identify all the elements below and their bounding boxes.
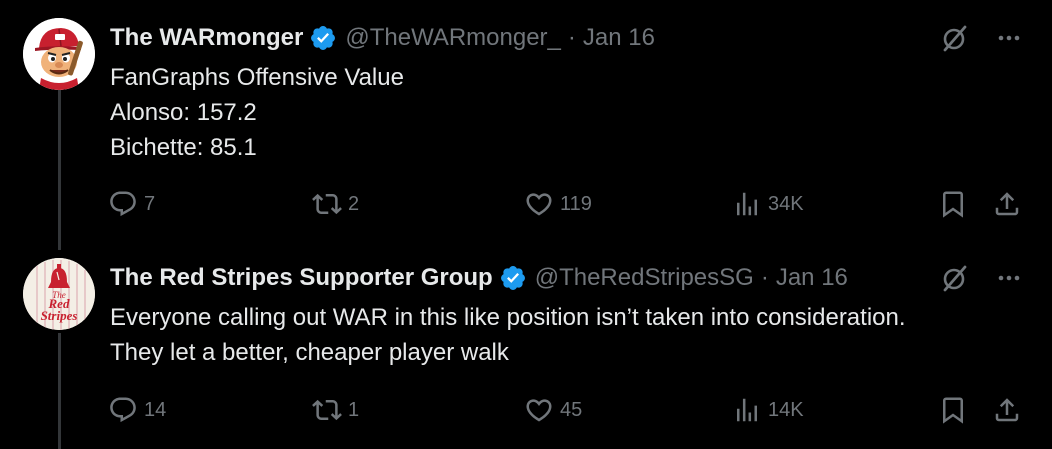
thread-connector-line [58, 90, 61, 250]
red-stripes-liberty-bell-logo-avatar-icon: The Red Stripes [23, 258, 95, 330]
tweet-text: FanGraphs Offensive Value Alonso: 157.2 … [110, 60, 404, 165]
tweet-top-actions [938, 262, 1024, 294]
tweet-top-actions [938, 22, 1024, 54]
repost-icon [312, 193, 342, 215]
more-options-icon[interactable] [994, 23, 1024, 53]
like-count: 45 [560, 398, 583, 421]
avatar[interactable] [23, 18, 95, 90]
tweet-text-line: Everyone calling out WAR in this like po… [110, 304, 906, 331]
cartoon-baseball-mascot-avatar-icon [23, 18, 95, 90]
like-button[interactable]: 119 [524, 184, 592, 224]
share-button[interactable] [992, 390, 1022, 430]
reply-icon [110, 191, 136, 217]
post-date[interactable]: Jan 16 [583, 24, 655, 52]
svg-text:Stripes: Stripes [41, 308, 78, 323]
post-date[interactable]: Jan 16 [776, 264, 848, 292]
heart-icon [526, 193, 552, 216]
tweet-text-line: They let a better, cheaper player walk [110, 339, 509, 366]
repost-button[interactable]: 2 [312, 184, 359, 224]
reply-count: 7 [144, 192, 156, 215]
analytics-bars-icon [737, 192, 757, 216]
grok-icon[interactable] [938, 22, 970, 54]
tweet-text-line: Alonso: 157.2 [110, 99, 257, 126]
reply-button[interactable]: 7 [108, 184, 155, 224]
separator-dot: · [567, 24, 576, 51]
reply-icon [110, 397, 136, 423]
verified-badge-icon[interactable] [499, 264, 527, 292]
verified-badge-icon[interactable] [309, 24, 337, 52]
bookmark-button[interactable] [938, 184, 968, 224]
tweet[interactable]: The Red Stripes The Red Stripes Supporte… [0, 240, 1052, 449]
like-button[interactable]: 45 [524, 390, 582, 430]
tweet[interactable]: The WARmonger @TheWARmonger_ · Jan 16 Fa… [0, 0, 1052, 250]
view-count: 34K [768, 192, 804, 215]
grok-icon[interactable] [938, 262, 970, 294]
tweet-text: Everyone calling out WAR in this like po… [110, 300, 906, 370]
user-handle[interactable]: @TheWARmonger_ [345, 24, 561, 52]
like-count: 119 [560, 192, 592, 215]
share-icon [995, 192, 1019, 216]
tweet-header: The Red Stripes Supporter Group @TheRedS… [110, 262, 848, 294]
views-button[interactable]: 34K [732, 184, 804, 224]
repost-button[interactable]: 1 [312, 390, 359, 430]
tweet-text-line: FanGraphs Offensive Value [110, 64, 404, 91]
tweet-action-bar: 14 1 45 14K [0, 390, 1052, 430]
reply-button[interactable]: 14 [108, 390, 166, 430]
analytics-bars-icon [737, 398, 757, 422]
display-name[interactable]: The WARmonger [110, 24, 303, 52]
separator-dot: · [760, 264, 769, 291]
repost-icon [312, 399, 342, 421]
heart-icon [526, 399, 552, 422]
avatar[interactable]: The Red Stripes [23, 258, 95, 330]
tweet-text-line: Bichette: 85.1 [110, 134, 257, 161]
more-options-icon[interactable] [994, 263, 1024, 293]
tweet-action-bar: 7 2 119 34K [0, 184, 1052, 224]
reply-count: 14 [144, 398, 167, 421]
view-count: 14K [768, 398, 804, 421]
bookmark-button[interactable] [938, 390, 968, 430]
tweet-header: The WARmonger @TheWARmonger_ · Jan 16 [110, 22, 655, 54]
bookmark-icon [943, 191, 963, 218]
repost-count: 2 [348, 192, 360, 215]
share-button[interactable] [992, 184, 1022, 224]
bookmark-icon [943, 397, 963, 424]
repost-count: 1 [348, 398, 360, 421]
display-name[interactable]: The Red Stripes Supporter Group [110, 264, 493, 292]
views-button[interactable]: 14K [732, 390, 804, 430]
share-icon [995, 398, 1019, 422]
user-handle[interactable]: @TheRedStripesSG [535, 264, 754, 292]
